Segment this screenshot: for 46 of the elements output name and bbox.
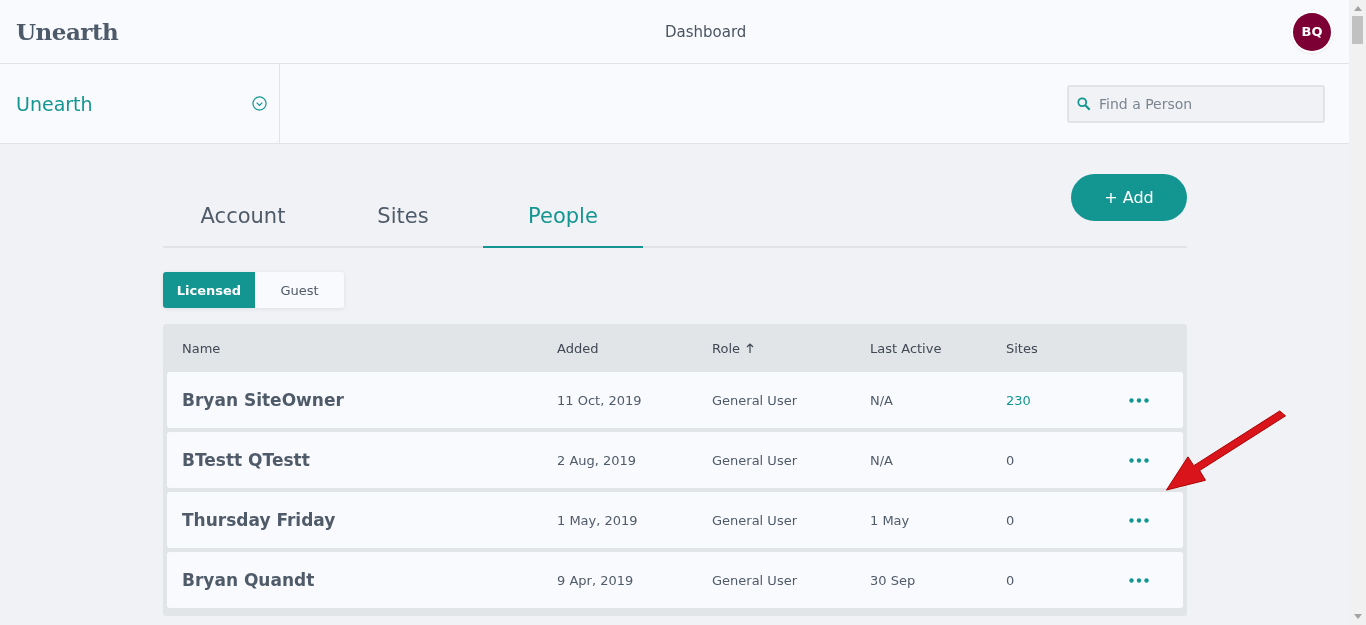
column-header[interactable]: Name [182,340,221,356]
logo: Unearth [16,18,119,45]
page-title: Dashboard [664,22,747,41]
filter-toggle[interactable]: Guest [255,272,344,308]
scrollbar[interactable] [1349,0,1366,625]
sites-link[interactable]: 230 [1006,392,1116,408]
dots-icon [1129,517,1149,523]
organization-name: Unearth [16,92,93,115]
table-row[interactable]: Thursday Friday 1 May, 2019 General User 1 May 0 [167,492,1183,548]
search-field[interactable]: Find a Person [1067,84,1325,123]
table-row[interactable]: Bryan Quandt 9 Apr, 2019 General User 30 Sep 0 [167,552,1183,608]
column-header[interactable]: Role [712,340,740,356]
table-cell-text: 0 [1006,572,1016,588]
table-cell-text: 0 [1006,512,1016,528]
table-cell-text: 11 Oct, 2019 [557,392,643,408]
column-header[interactable]: Last Active [870,340,942,356]
table-cell-text: General User [712,452,798,468]
filter-toggle[interactable]: Licensed [163,272,255,308]
chevron-down-circle-icon[interactable] [252,96,267,111]
user-avatar[interactable]: BQ [1293,12,1331,51]
add-button[interactable]: + Add [1071,174,1187,221]
table-cell-text: 30 Sep [870,572,917,588]
table-row[interactable]: BTestt QTestt 2 Aug, 2019 General User N/A 0 [167,432,1183,488]
dots-icon [1129,577,1149,583]
table-cell-text: 0 [1006,452,1016,468]
table-cell-text: General User [712,572,798,588]
table-cell-text: N/A [870,452,894,468]
person-name: BTestt QTestt [182,450,311,470]
table-row[interactable]: Bryan SiteOwner 11 Oct, 2019 General User N/A 230 [167,372,1183,428]
dots-icon [1129,397,1149,403]
table-cell-text: 2 Aug, 2019 [557,452,638,468]
table-cell-text: N/A [870,392,894,408]
table-cell-text: General User [712,512,798,528]
column-header[interactable]: Sites [1006,340,1038,356]
person-name: Bryan SiteOwner [182,390,345,410]
table-cell-text: General User [712,392,798,408]
person-name: Thursday Friday [182,510,337,530]
table-cell-text: 1 May [870,512,911,528]
table-cell-text: 9 Apr, 2019 [557,572,635,588]
dots-icon [1129,457,1149,463]
table-cell-text: 1 May, 2019 [557,512,639,528]
person-name: Bryan Quandt [182,570,316,590]
column-header[interactable]: Added [557,340,599,356]
tab[interactable]: Account [163,196,323,248]
search-icon [1077,96,1091,111]
tab[interactable]: Sites [323,196,483,248]
